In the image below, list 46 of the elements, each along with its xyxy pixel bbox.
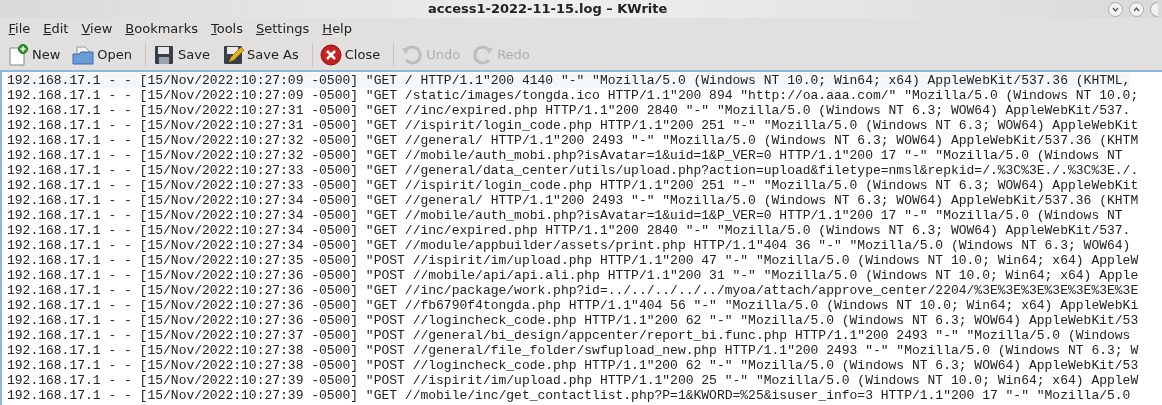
log-line: 192.168.17.1 - - [15/Nov/2022:10:27:33 -0500] "GET //general/data_center/utils/upload.php?action=upload&filetype=nmsl&repkid=/.%3C%3E./.%3C%3E./. (7, 163, 1139, 178)
log-line: 192.168.17.1 - - [15/Nov/2022:10:27:32 -0500] "GET //general/ HTTP/1.1"200 2493 "-" "Mozilla/5.0 (Windows NT 6.3; WOW64) AppleWebKit/537.36 (KHTM (7, 133, 1139, 148)
log-line: 192.168.17.1 - - [15/Nov/2022:10:27:36 -0500] "GET //fb6790f4tongda.php HTTP/1.1"404 56 "-" "Mozilla/5.0 (Windows NT 10.0; Win64; x64) AppleWebKi (7, 298, 1139, 313)
log-line: 192.168.17.1 - - [15/Nov/2022:10:27:34 -0500] "GET //mobile/auth_mobi.php?isAvatar=1&uid=1&P_VER=0 HTTP/1.1"200 17 "-" "Mozilla/5.0 (Windows NT (7, 208, 1123, 223)
text-editor[interactable] (0, 72, 1162, 405)
log-line: 192.168.17.1 - - [15/Nov/2022:10:27:36 -0500] "GET //inc/package/work.php?id=../../../../../myoa/attach/approve_center/2204/%3E%3E%3E%3E%3E%3E%3E (7, 283, 1139, 298)
new-button[interactable]: New (4, 44, 64, 66)
minimize-button[interactable] (1108, 1, 1123, 17)
floppy-pencil-icon (222, 44, 244, 66)
log-line: 192.168.17.1 - - [15/Nov/2022:10:27:37 -0500] "POST //general/bi_design/appcenter/report_bi.func.php HTTP/1.1"200 2493 "-" "Mozilla/5.0 (Windows (7, 328, 1131, 343)
menu-item[interactable]: Help (317, 19, 357, 39)
log-line: 192.168.17.1 - - [15/Nov/2022:10:27:39 -0500] "POST //ispirit/im/upload.php HTTP/1.1"200 25 "-" "Mozilla/5.0 (Windows NT 10.0; Win64; x64) AppleW (7, 373, 1139, 388)
log-line: 192.168.17.1 - - [15/Nov/2022:10:27:31 -0500] "GET //inc/expired.php HTTP/1.1"200 2840 "-" "Mozilla/5.0 (Windows NT 6.3; WOW64) AppleWebKit/537. (7, 103, 1131, 118)
log-line: 192.168.17.1 - - [15/Nov/2022:10:27:34 -0500] "GET //inc/expired.php HTTP/1.1"200 2840 "-" "Mozilla/5.0 (Windows NT 6.3; WOW64) AppleWebKit/537. (7, 223, 1131, 238)
log-line: 192.168.17.1 - - [15/Nov/2022:10:27:33 -0500] "GET //ispirit/login_code.php HTTP/1.1"200 251 "-" "Mozilla/5.0 (Windows NT 6.3; WOW64) AppleWebKit (7, 178, 1139, 193)
log-line: 192.168.17.1 - - [15/Nov/2022:10:27:09 -0500] "GET /static/images/tongda.ico HTTP/1.1"200 894 "http://oa.aaa.com/" "Mozilla/5.0 (Windows NT 10.0; (7, 88, 1139, 103)
close-icon (319, 44, 342, 66)
log-line: 192.168.17.1 - - [15/Nov/2022:10:27:38 -0500] "POST //logincheck_code.php HTTP/1.1"200 62 "-" "Mozilla/5.0 (Windows NT 6.3; WOW64) AppleWebKit/53 (7, 358, 1139, 373)
log-line: 192.168.17.1 - - [15/Nov/2022:10:27:36 -0500] "POST //logincheck_code.php HTTP/1.1"200 62 "-" "Mozilla/5.0 (Windows NT 6.3; WOW64) AppleWebKit/53 (7, 313, 1139, 328)
undo-icon (401, 44, 424, 66)
log-line: 192.168.17.1 - - [15/Nov/2022:10:27:35 -0500] "POST //ispirit/im/upload.php HTTP/1.1"200 47 "-" "Mozilla/5.0 (Windows NT 10.0; Win64; x64) AppleW (7, 253, 1139, 268)
log-line: 192.168.17.1 - - [15/Nov/2022:10:27:34 -0500] "GET //general/ HTTP/1.1"200 2493 "-" "Mozilla/5.0 (Windows NT 6.3; WOW64) AppleWebKit/537.36 (KHTM (7, 193, 1139, 208)
close-button[interactable]: Close (316, 44, 384, 66)
log-line: 192.168.17.1 - - [15/Nov/2022:10:27:39 -0500] "GET //mobile/inc/get_contactlist.php?P=1&KWORD=%25&isuser_info=3 HTTP/1.1"200 17 "-" "Mozilla/5.0 (7, 388, 1131, 403)
menu-item[interactable]: View (76, 19, 117, 39)
save-as-button[interactable]: Save As (219, 44, 302, 66)
log-line: 192.168.17.1 - - [15/Nov/2022:10:27:32 -0500] "GET //mobile/auth_mobi.php?isAvatar=1&uid=1&P_VER=0 HTTP/1.1"200 17 "-" "Mozilla/5.0 (Windows NT (7, 148, 1123, 163)
menu-item[interactable]: Tools (206, 19, 248, 39)
log-line: 192.168.17.1 - - [15/Nov/2022:10:27:34 -0500] "GET //module/appbuilder/assets/print.php HTTP/1.1"404 36 "-" "Mozilla/5.0 (Windows NT 6.3; WOW64) (7, 238, 1131, 253)
save-button[interactable]: Save (150, 44, 213, 66)
folder-icon (72, 44, 95, 66)
close-window-button[interactable] (1150, 1, 1158, 17)
log-line: 192.168.17.1 - - [15/Nov/2022:10:27:38 -0500] "POST //general/file_folder/swfupload_new.php HTTP/1.1"200 2493 "-" "Mozilla/5.0 (Windows NT 6.3; W (7, 343, 1139, 358)
menu-item[interactable]: Edit (38, 19, 73, 39)
log-line: 192.168.17.1 - - [15/Nov/2022:10:27:31 -0500] "GET //ispirit/login_code.php HTTP/1.1"200 251 "-" "Mozilla/5.0 (Windows NT 6.3; WOW64) AppleWebKit (7, 118, 1139, 133)
chevron-up-icon (1133, 6, 1140, 12)
menu-item[interactable]: File (4, 19, 35, 39)
window-title: access1-2022-11-15.log – KWrite (428, 0, 668, 18)
chevron-down-icon (1112, 6, 1119, 12)
log-line: 192.168.17.1 - - [15/Nov/2022:10:27:36 -0500] "POST //mobile/api/api.ali.php HTTP/1.1"200 31 "-" "Mozilla/5.0 (Windows NT 10.0; Win64; x64) Apple (7, 268, 1139, 283)
redo-icon (472, 44, 495, 66)
maximize-button[interactable] (1129, 1, 1144, 17)
open-button[interactable]: Open (69, 44, 136, 66)
new-document-icon (7, 44, 29, 66)
menu-item[interactable]: Settings (251, 19, 314, 39)
menu-item[interactable]: Bookmarks (120, 19, 203, 39)
